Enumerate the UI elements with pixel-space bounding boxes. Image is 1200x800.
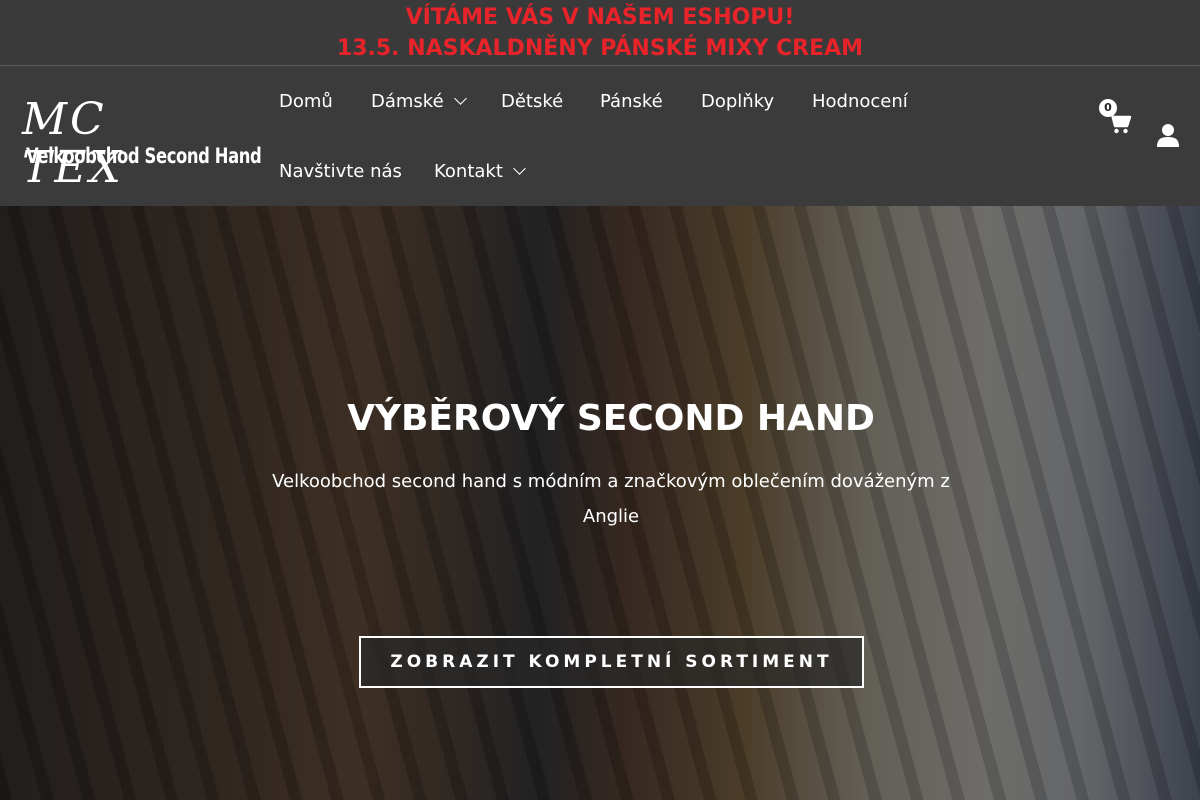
nav-item-domu[interactable]: Domů <box>279 91 333 112</box>
announcement-line-1: VÍTÁME VÁS V NAŠEM ESHOPU! <box>405 5 795 30</box>
nav-item-label: Kontakt <box>434 161 503 182</box>
nav-item-detske[interactable]: Dětské <box>501 91 563 112</box>
show-assortment-button[interactable]: ZOBRAZIT KOMPLETNÍ SORTIMENT <box>359 636 864 688</box>
nav-item-label: Doplňky <box>701 91 775 112</box>
nav-item-hodnoceni[interactable]: Hodnocení <box>812 91 908 112</box>
user-icon <box>1157 124 1179 147</box>
nav-item-label: Domů <box>279 91 333 112</box>
nav-item-label: Dámské <box>371 91 444 112</box>
nav-item-label: Navštivte nás <box>279 161 402 182</box>
nav-item-panske[interactable]: Pánské <box>600 91 663 112</box>
nav-item-kontakt[interactable]: Kontakt <box>434 161 526 182</box>
nav-item-label: Hodnocení <box>812 91 908 112</box>
site-header: MC TEX Velkoobchod Second Hand Domů Dáms… <box>0 66 1200 206</box>
nav-item-label: Pánské <box>600 91 663 112</box>
account-button[interactable] <box>1155 122 1181 148</box>
hero-description: Velkoobchod second hand s módním a značk… <box>272 471 950 527</box>
nav-item-label: Dětské <box>501 91 564 112</box>
site-logo[interactable]: MC TEX Velkoobchod Second Hand <box>20 96 262 192</box>
nav-item-damske[interactable]: Dámské <box>371 91 467 112</box>
logo-subtitle: Velkoobchod Second Hand <box>26 144 262 168</box>
nav-item-doplnky[interactable]: Doplňky <box>701 91 774 112</box>
cart-count-badge: 0 <box>1099 99 1117 117</box>
announcement-line-2: 13.5. NASKALDNĚNY PÁNSKÉ MIXY CREAM <box>336 36 864 61</box>
nav-item-navstivte-nas[interactable]: Navštivte nás <box>279 161 402 182</box>
chevron-down-icon <box>453 92 467 105</box>
chevron-down-icon <box>513 162 526 175</box>
hero-title: VÝBĚROVÝ SECOND HAND <box>347 398 875 439</box>
hero-banner: VÝBĚROVÝ SECOND HAND Velkoobchod second … <box>0 206 1200 800</box>
announcement-bar: VÍTÁME VÁS V NAŠEM ESHOPU! 13.5. NASKALD… <box>0 0 1200 66</box>
